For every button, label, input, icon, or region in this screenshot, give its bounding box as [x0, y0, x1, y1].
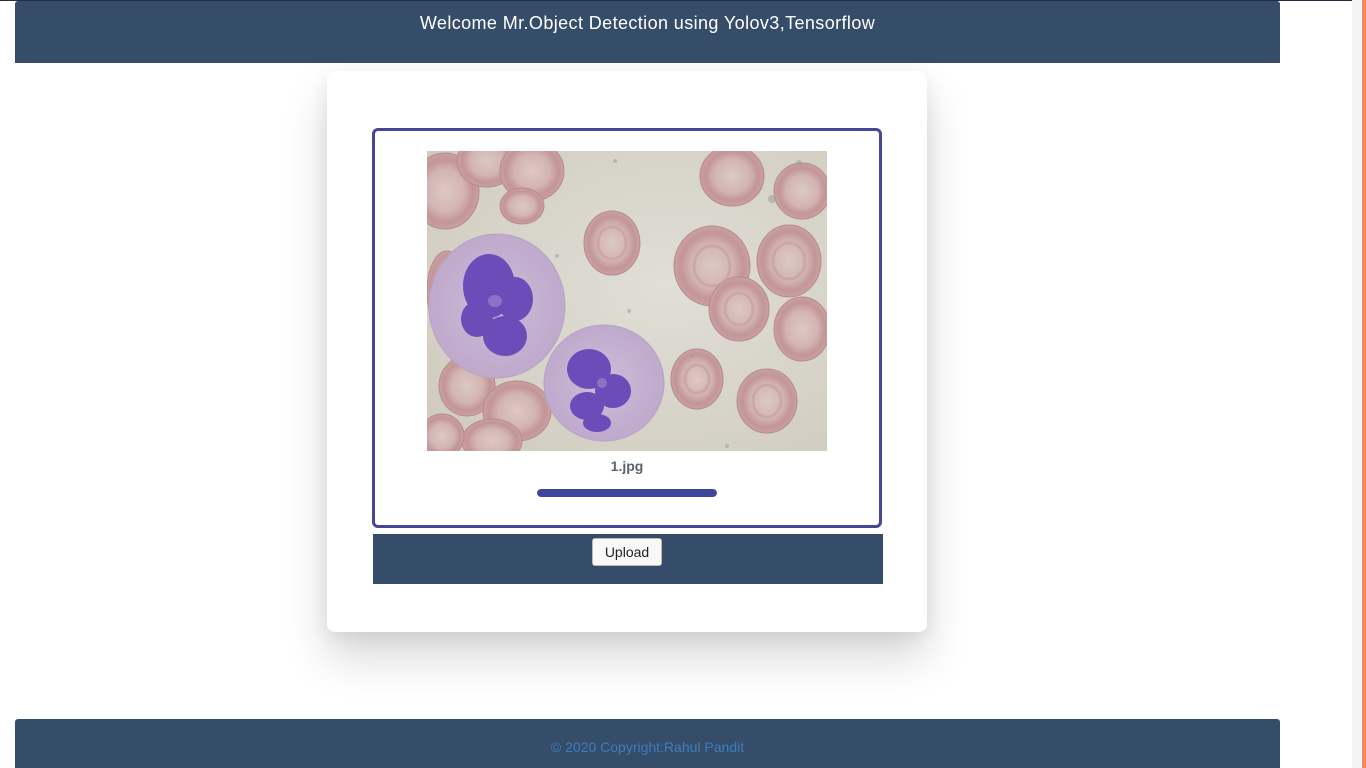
- image-preview: [427, 151, 827, 451]
- page-title: Welcome Mr.Object Detection using Yolov3…: [419, 13, 876, 33]
- upload-progress-bar: [537, 489, 717, 497]
- scrollbar-track[interactable]: [1352, 0, 1362, 768]
- upload-button[interactable]: Upload: [592, 538, 662, 566]
- upload-action-bar: Upload: [373, 534, 883, 584]
- file-name-label: 1.jpg: [610, 458, 644, 474]
- blood-cell-image: [427, 151, 827, 451]
- footer-bar: © 2020 Copyright:Rahul Pandit: [15, 719, 1280, 768]
- accent-strip: [1362, 0, 1366, 768]
- upload-progress-fill: [537, 489, 717, 497]
- file-drop-zone[interactable]: 1.jpg: [372, 128, 882, 528]
- header-bar: Welcome Mr.Object Detection using Yolov3…: [15, 1, 1280, 63]
- copyright-text: © 2020 Copyright:Rahul Pandit: [550, 739, 745, 755]
- page: Welcome Mr.Object Detection using Yolov3…: [0, 0, 1366, 768]
- upload-card: 1.jpg Upload: [327, 71, 927, 632]
